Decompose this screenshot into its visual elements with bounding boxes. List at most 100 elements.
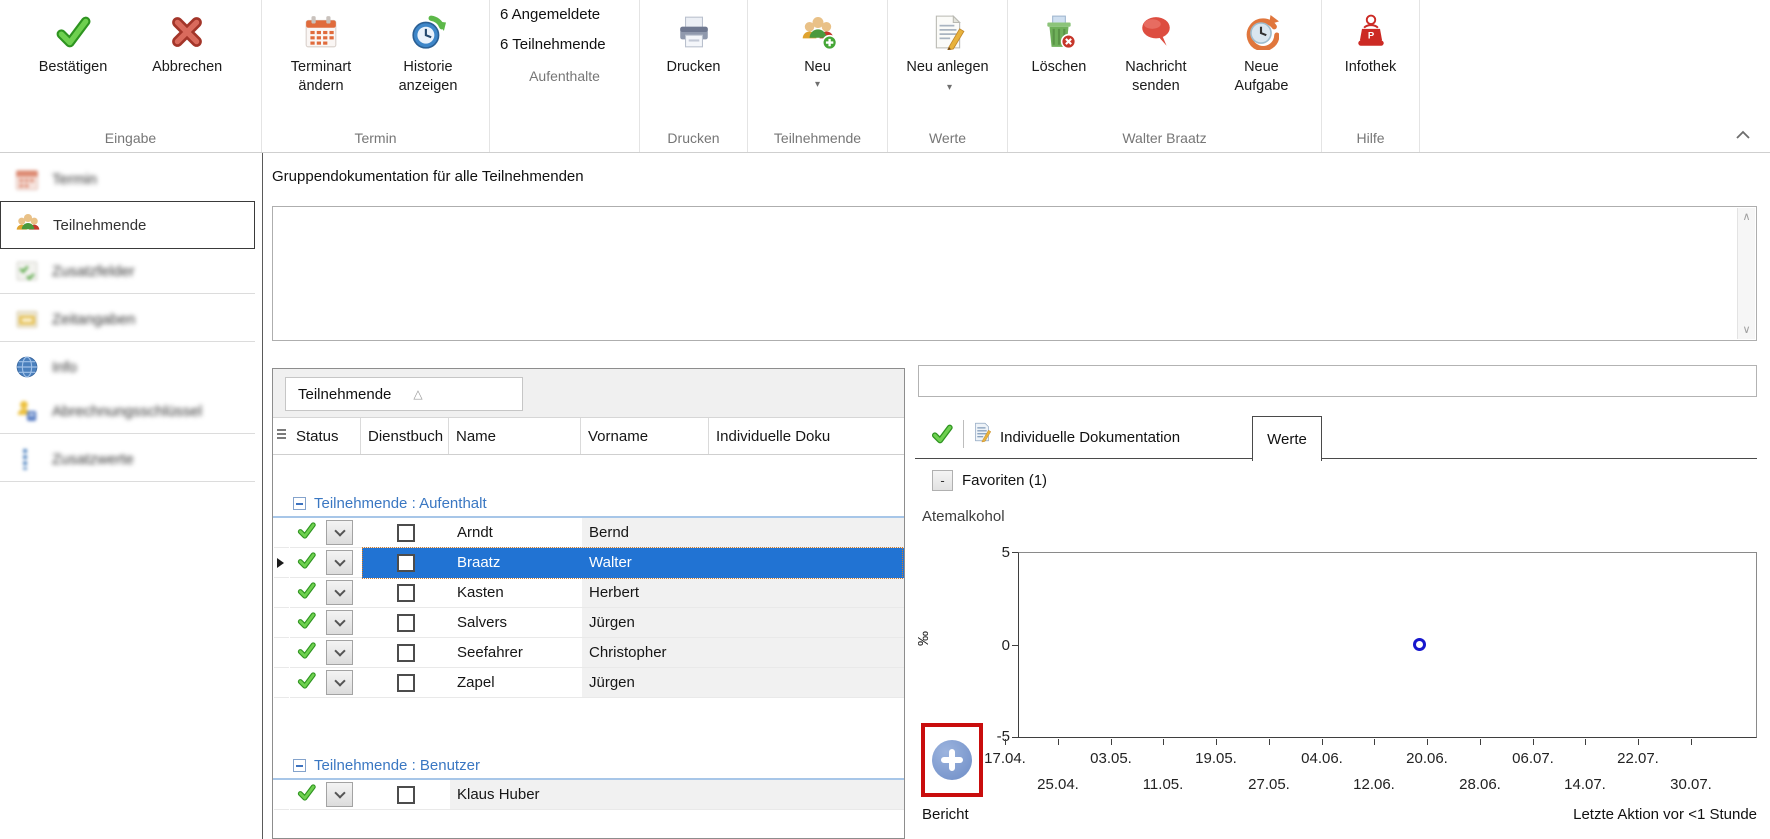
- ribbon-group-label: Werte: [888, 128, 1007, 152]
- ribbon-group-label: Termin: [262, 128, 489, 152]
- vorname-cell[interactable]: Herbert: [582, 578, 710, 608]
- column-header-vorname[interactable]: Vorname: [581, 418, 709, 454]
- status-dropdown[interactable]: [326, 782, 353, 807]
- name-cell[interactable]: Arndt: [450, 518, 582, 548]
- y-tick-mark: [1012, 737, 1018, 738]
- favorites-collapse-button[interactable]: -: [932, 470, 953, 491]
- status-dropdown[interactable]: [326, 580, 353, 605]
- dropdown-arrow-icon[interactable]: [947, 77, 952, 96]
- dienstbuch-checkbox[interactable]: [397, 786, 415, 804]
- individuelle-doku-cell[interactable]: [710, 518, 905, 548]
- vorname-cell[interactable]: [582, 780, 710, 810]
- scroll-down-icon[interactable]: [1738, 323, 1755, 337]
- individuelle-doku-cell[interactable]: [710, 668, 905, 698]
- x-tick-mark: [1058, 739, 1059, 745]
- table-row-braatz-selected[interactable]: Braatz Walter: [274, 548, 903, 578]
- group-documentation-textarea[interactable]: [272, 206, 1757, 341]
- individuelle-doku-cell[interactable]: [710, 780, 905, 810]
- vertical-scrollbar[interactable]: [1737, 208, 1755, 339]
- vorname-cell[interactable]: Walter: [582, 548, 710, 578]
- loeschen-button[interactable]: Löschen: [1026, 8, 1093, 79]
- status-dropdown[interactable]: [326, 640, 353, 665]
- history-clock-icon: [410, 10, 446, 54]
- name-cell[interactable]: Seefahrer: [450, 638, 582, 668]
- chevron-down-icon: [334, 585, 345, 596]
- individuelle-doku-cell[interactable]: [710, 608, 905, 638]
- add-value-plus-button[interactable]: [932, 740, 972, 780]
- table-row-salvers[interactable]: Salvers Jürgen: [274, 608, 903, 638]
- column-header-name[interactable]: Name: [449, 418, 581, 454]
- name-cell[interactable]: Kasten: [450, 578, 582, 608]
- terminart-aendern-button[interactable]: Terminart ändern: [275, 8, 367, 98]
- confirm-check-icon[interactable]: [931, 423, 953, 450]
- status-dropdown[interactable]: [326, 610, 353, 635]
- x-tick-label: 28.06.: [1452, 776, 1508, 793]
- individuelle-doku-cell[interactable]: [710, 638, 905, 668]
- table-row-klaus-huber[interactable]: Klaus Huber: [274, 780, 903, 810]
- infothek-button[interactable]: P Infothek: [1339, 8, 1403, 79]
- collapse-ribbon-chevron-up-icon[interactable]: [1734, 128, 1752, 142]
- nachricht-senden-button[interactable]: Nachricht senden: [1110, 8, 1202, 98]
- chart-data-point[interactable]: [1413, 638, 1426, 651]
- dienstbuch-checkbox[interactable]: [397, 524, 415, 542]
- dienstbuch-checkbox[interactable]: [397, 674, 415, 692]
- neu-anlegen-button[interactable]: Neu anlegen: [898, 8, 998, 98]
- table-row-zapel[interactable]: Zapel Jürgen: [274, 668, 903, 698]
- name-cell[interactable]: Klaus Huber: [450, 780, 582, 810]
- chevron-down-icon: [334, 525, 345, 536]
- sidebar-item-zusatzwerte[interactable]: Zusatzwerte: [0, 437, 255, 482]
- group-header-aufenthalt: Teilnehmende : Aufenthalt: [273, 491, 904, 516]
- name-cell[interactable]: Salvers: [450, 608, 582, 638]
- table-row-arndt[interactable]: Arndt Bernd: [274, 518, 903, 548]
- dienstbuch-checkbox[interactable]: [397, 584, 415, 602]
- dienstbuch-checkbox[interactable]: [397, 644, 415, 662]
- name-cell[interactable]: Braatz: [450, 548, 582, 578]
- drucken-button[interactable]: Drucken: [661, 8, 727, 79]
- neu-button[interactable]: Neu: [793, 8, 843, 91]
- dienstbuch-checkbox[interactable]: [397, 554, 415, 572]
- column-header-status[interactable]: Status: [289, 418, 361, 454]
- tab-werte[interactable]: Werte: [1252, 416, 1322, 461]
- sidebar-item-zusatzfelder[interactable]: Zusatzfelder: [0, 249, 255, 294]
- vorname-cell[interactable]: Bernd: [582, 518, 710, 548]
- dienstbuch-checkbox[interactable]: [397, 614, 415, 632]
- individuelle-doku-cell[interactable]: [710, 578, 905, 608]
- collapse-group-icon[interactable]: [293, 497, 306, 510]
- sidebar-item-info[interactable]: Info: [0, 345, 255, 390]
- bericht-link[interactable]: Bericht: [922, 806, 969, 823]
- sidebar-item-teilnehmende[interactable]: Teilnehmende: [0, 201, 255, 249]
- tab-individuelle-dokumentation[interactable]: Individuelle Dokumentation: [1000, 429, 1180, 446]
- status-dropdown[interactable]: [326, 550, 353, 575]
- sidebar-item-label: Info: [52, 359, 77, 376]
- name-cell[interactable]: Zapel: [450, 668, 582, 698]
- table-row-kasten[interactable]: Kasten Herbert: [274, 578, 903, 608]
- column-header-dienstbuch[interactable]: Dienstbuch: [361, 418, 449, 454]
- column-header-individuelle-doku[interactable]: Individuelle Doku: [709, 418, 905, 454]
- individuelle-doku-cell[interactable]: [710, 548, 905, 578]
- values-filter-input[interactable]: [918, 365, 1757, 397]
- x-tick-mark: [1533, 739, 1534, 745]
- status-dropdown[interactable]: [326, 670, 353, 695]
- x-tick-label: 11.05.: [1135, 776, 1191, 793]
- historie-anzeigen-button[interactable]: Historie anzeigen: [380, 8, 476, 98]
- sidebar-item-label: Zusatzfelder: [52, 263, 135, 280]
- group-by-chip-teilnehmende[interactable]: Teilnehmende: [285, 377, 523, 411]
- neue-aufgabe-button[interactable]: Neue Aufgabe: [1219, 8, 1303, 98]
- sidebar-item-abrechnungsschluessel[interactable]: Abrechnungsschlüssel: [0, 389, 255, 434]
- sidebar-item-termin[interactable]: Termin: [0, 157, 255, 202]
- bestaetigen-button[interactable]: Bestätigen: [33, 8, 114, 79]
- collapse-group-icon[interactable]: [293, 759, 306, 772]
- status-check-icon: [297, 521, 316, 544]
- vorname-cell[interactable]: Christopher: [582, 638, 710, 668]
- dropdown-arrow-icon[interactable]: [815, 79, 820, 89]
- dienstbuch-cell: [362, 780, 450, 810]
- scroll-up-icon[interactable]: [1738, 210, 1755, 224]
- table-row-seefahrer[interactable]: Seefahrer Christopher: [274, 638, 903, 668]
- sidebar-item-zeitangaben[interactable]: Zeitangaben: [0, 297, 255, 342]
- abbrechen-button[interactable]: Abbrechen: [146, 8, 228, 79]
- vorname-cell[interactable]: Jürgen: [582, 608, 710, 638]
- vorname-cell[interactable]: Jürgen: [582, 668, 710, 698]
- ribbon-group-label: Hilfe: [1322, 128, 1419, 152]
- status-dropdown[interactable]: [326, 520, 353, 545]
- time-entry-icon: [12, 306, 42, 332]
